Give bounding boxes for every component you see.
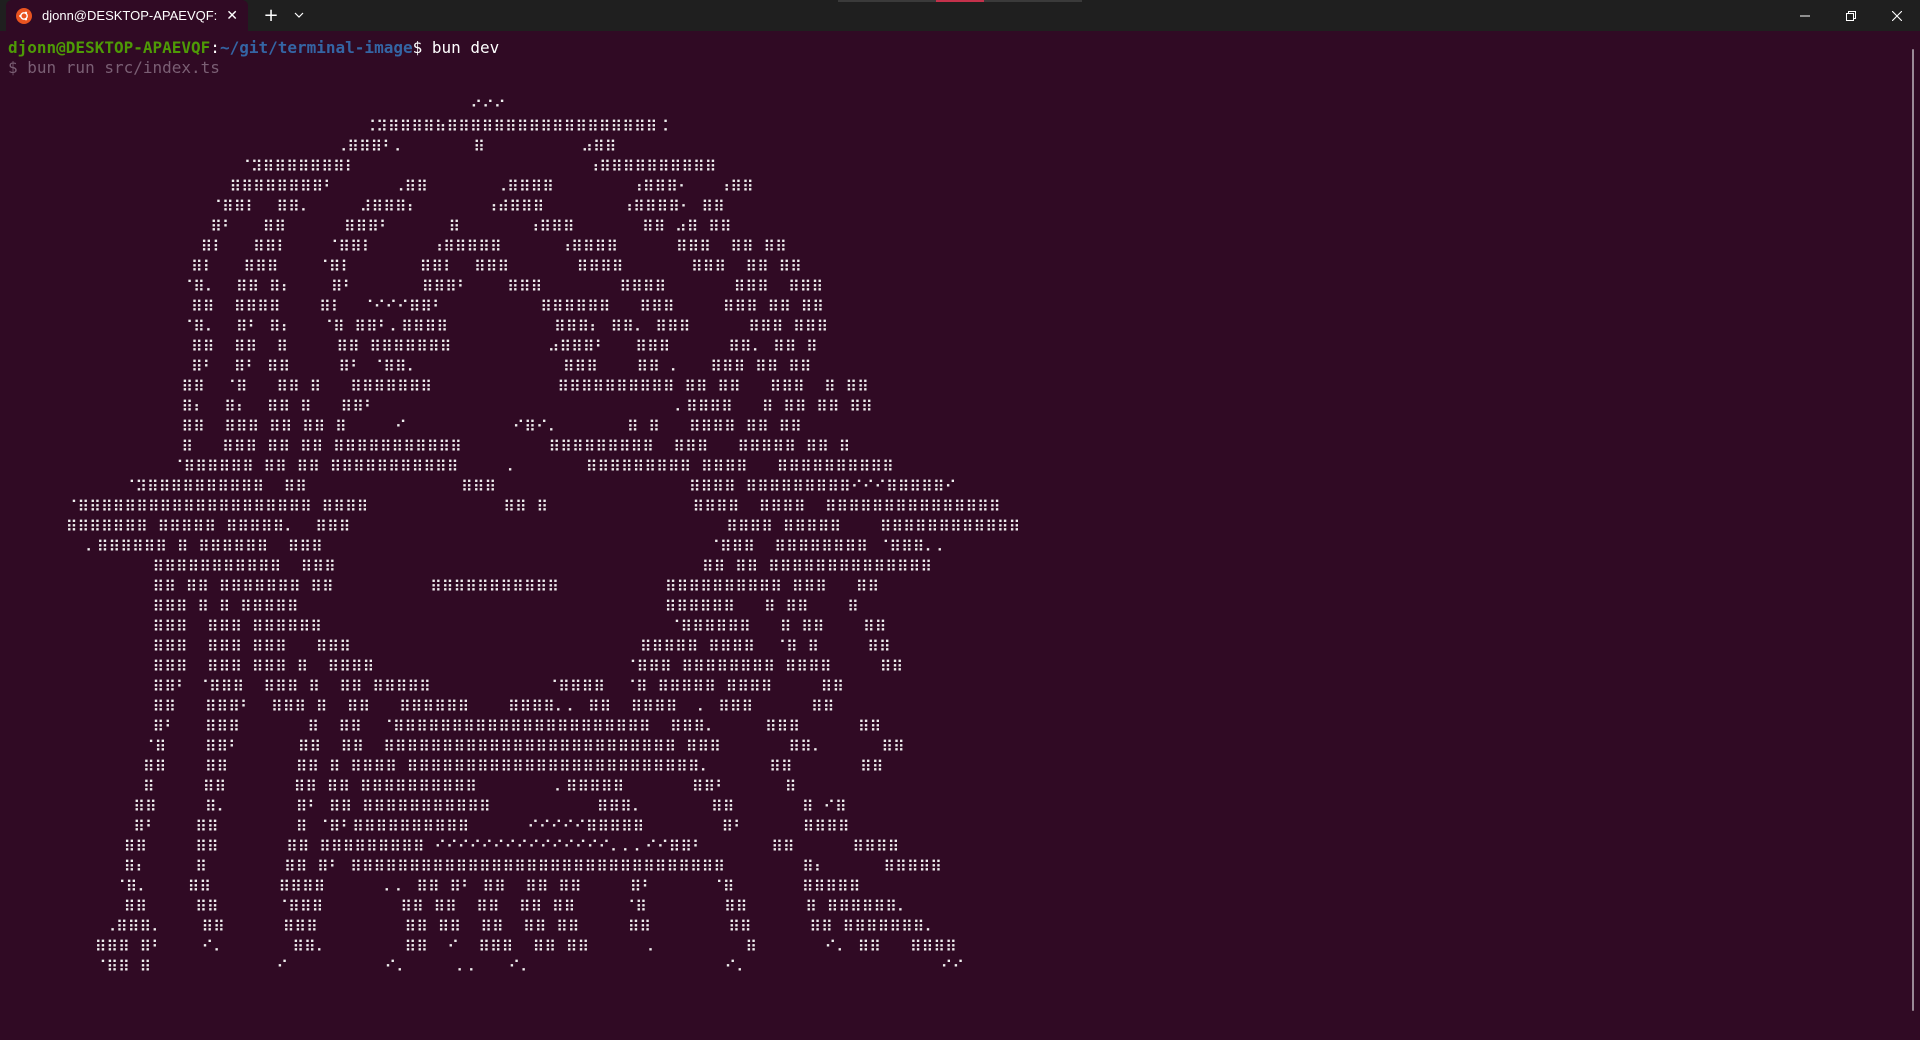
art-line: ⠿⠿⠃ ⠈⠿⠿⠿ ⠿⠿⠿ ⠿ ⠿⠿ ⠿⠿⠿⠿⠿ ⠈⠿⠿⠿⠿ ⠈⠿ ⠿⠿⠿⠿⠿ ⠿… [152, 677, 845, 696]
restore-button[interactable] [1828, 0, 1874, 31]
terminal-tab[interactable]: djonn@DESKTOP-APAEVQF: ~ ✕ [6, 0, 248, 31]
art-line: ⠠⠿⠿⠿⠄ ⠿⠿ ⠿⠿⠿ ⠿⠿ ⠿⠿ ⠿⠿ ⠿⠿ ⠿⠿ ⠿⠿ ⠿⠿ ⠿⠿ ⠿⠿⠿… [104, 917, 937, 936]
drag-region-accent [936, 0, 984, 2]
art-line: ⠿⠇ ⠿⠿⠇ ⠈⠿⠿⠇ ⠰⠿⠿⠿⠿⠿ ⠰⠿⠿⠿⠿ ⠿⠿⠿ ⠿⠿ ⠿⠿ [200, 237, 787, 256]
scrollbar-thumb[interactable] [1912, 49, 1914, 1011]
minimize-icon [1800, 15, 1810, 16]
scrollbar[interactable] [1908, 31, 1920, 1040]
prompt-line: djonn@DESKTOP-APAEVQF:~/git/terminal-ima… [8, 38, 499, 58]
drag-region-indicator [838, 0, 1082, 2]
title-bar: djonn@DESKTOP-APAEVQF: ~ ✕ + [0, 0, 1920, 31]
art-line: ⠈⠿⠄ ⠿⠿ ⠿⠿⠿⠿ ⠄⠄ ⠿⠿ ⠿⠃ ⠿⠿ ⠿⠿ ⠿⠿ ⠿⠃ ⠈⠿ ⠿⠿⠿⠿… [113, 877, 861, 896]
art-line: ⠈⠿⠿⠿⠿⠿⠿⠿⠿⠿⠿⠿⠿⠿⠿⠿⠿⠿⠿⠿⠿ ⠿⠿⠿⠿ ⠿⠿ ⠿ ⠿⠿⠿⠿ ⠿⠿⠿… [65, 497, 1001, 516]
minimize-button[interactable] [1782, 0, 1828, 31]
art-line: ⠊⠊⠊ [470, 97, 506, 116]
art-line: ⠿⠿ ⠿⠿⠿⠿ ⠿⠇ ⠈⠊⠊⠊⠿⠿⠃ ⠿⠿⠿⠿⠿⠿ ⠿⠿⠿ ⠿⠿⠿ ⠿⠿ ⠿⠿ [191, 297, 825, 316]
art-line: ⠿⠿⠿⠿⠿⠿⠿⠿⠃ ⠠⠿⠿ ⠠⠿⠿⠿⠿ ⠰⠿⠿⠿⠂ ⠰⠿⠿ [229, 177, 754, 196]
art-line: ⠿⠆ ⠿⠆ ⠿⠿ ⠿ ⠿⠿⠃ ⠄⠿⠿⠿⠿ ⠿ ⠿⠿ ⠿⠿ ⠿⠿ [181, 397, 873, 416]
art-line: ⠈⠿⠿⠇ ⠿⠿⠄ ⠼⠿⠿⠿⠆ ⠰⠾⠿⠿⠿ ⠰⠿⠿⠿⠿⠂ ⠿⠿ [210, 197, 725, 216]
art-line: ⠿⠿⠿ ⠿⠿⠿ ⠿⠿⠿⠿⠿⠿ ⠈⠿⠿⠿⠿⠿⠿ ⠿ ⠿⠿ ⠿⠿ [152, 617, 887, 636]
tab-title: djonn@DESKTOP-APAEVQF: ~ [42, 8, 219, 23]
prompt-separator: : [210, 38, 220, 57]
ubuntu-icon [16, 7, 32, 24]
art-line: ⠿⠃ ⠿⠿ ⠿⠿⠿⠃ ⠿ ⠰⠿⠿⠿ ⠿⠿ ⠴⠿ ⠿⠿ [210, 217, 732, 236]
art-line: ⠿⠿⠿ ⠿⠿⠿ ⠿⠿⠿ ⠿⠿⠿ ⠿⠿⠿⠿⠿ ⠿⠿⠿⠿ ⠈⠿ ⠿ ⠿⠿ [152, 637, 891, 656]
art-line: ⠿⠿ ⠿⠿ ⠈⠿⠿⠿ ⠿⠿ ⠿⠿ ⠿⠿ ⠿⠿ ⠿⠿ ⠈⠿ ⠿⠿ ⠿ ⠿⠿⠿⠿⠿⠿… [123, 897, 909, 916]
art-line: ⠿⠿⠿ ⠿⠃ ⠊⠄ ⠿⠿⠄ ⠿⠿ ⠊ ⠿⠿⠿ ⠿⠿ ⠿⠿ ⠄ ⠿ ⠊⠄ ⠿⠿ ⠿… [94, 937, 957, 956]
art-line: ⠈⠿⠄ ⠿⠃ ⠿⠆ ⠈⠿ ⠿⠿⠃⠄⠿⠿⠿⠿ ⠿⠿⠿⠆ ⠿⠿⠄ ⠿⠿⠿ ⠿⠿⠿ ⠿… [181, 317, 829, 336]
art-line: ⠿⠿ ⠿⠿ ⠿⠿ ⠿⠿⠿⠿⠿⠿⠿⠿⠿ ⠊⠊⠊⠊⠊⠊⠊⠊⠊⠊⠊⠊⠊⠊⠊⠄⠄⠄⠊⠊⠿… [123, 837, 900, 856]
prompt-dollar: $ [412, 38, 432, 57]
art-line: ⠈⠽⠿⠿⠿⠿⠿⠿⠿⠿⠿⠿ ⠿⠿ ⠿⠿⠿ ⠿⠿⠿⠿ ⠿⠿⠿⠿⠿⠿⠿⠿⠿⠊⠊⠊⠿⠿⠿… [123, 477, 957, 496]
restore-icon [1846, 10, 1856, 21]
art-line: ⠿⠇ ⠿⠿⠿ ⠈⠿⠇ ⠿⠿⠇ ⠿⠿⠿ ⠿⠿⠿⠿ ⠿⠿⠿ ⠿⠿ ⠿⠿ [191, 257, 802, 276]
art-line: ⠿ ⠿⠿ ⠿⠿ ⠿⠿ ⠿⠿⠿⠿⠿⠿⠿⠿⠿⠿ ⠄⠿⠿⠿⠿⠿ ⠿⠿⠃ ⠿ [142, 777, 797, 796]
art-line: ⠈⠿⠿ ⠿ ⠊ ⠊⠄ ⠄⠄ ⠊⠄ ⠊⠄ ⠊⠊ [8, 957, 965, 976]
art-line: ⠿⠿ ⠈⠿ ⠿⠿ ⠿ ⠿⠿⠿⠿⠿⠿⠿ ⠿⠿⠿⠿⠿⠿⠿⠿⠿⠿ ⠿⠿ ⠿⠿ ⠿⠿⠿ … [181, 377, 869, 396]
art-line: ⠿⠿⠿⠿⠿⠿⠿⠿⠿⠿⠿ ⠿⠿⠿ ⠿⠿ ⠿⠿ ⠿⠿⠿⠿⠿⠿⠿⠿⠿⠿⠿⠿⠿⠿ [152, 557, 933, 576]
art-line: ⠿⠿ ⠿⠿⠿ ⠿⠿ ⠿⠿ ⠿ ⠊ ⠊⠿⠊⠄ ⠿ ⠿ ⠿⠿⠿⠿ ⠿⠿ ⠿⠿ [181, 417, 802, 436]
art-line: ⠿⠿ ⠿⠿⠿⠃ ⠿⠿⠿ ⠿ ⠿⠿ ⠿⠿⠿⠿⠿⠿ ⠿⠿⠿⠿⠄⠄ ⠿⠿ ⠿⠿⠿⠿ ⠄… [152, 697, 835, 716]
new-tab-button[interactable]: + [258, 3, 284, 27]
art-line: ⠨⠽⠿⠿⠿⠿⠷⠿⠿⠿⠿⠿⠿⠿⠿⠿⠿⠿⠿⠿⠿⠿⠿⠿⠿⠨ [364, 117, 670, 136]
art-line: ⠿⠿⠿ ⠿⠿⠿ ⠿⠿⠿ ⠿ ⠿⠿⠿⠿ ⠈⠿⠿⠿ ⠿⠿⠿⠿⠿⠿⠿⠿ ⠿⠿⠿⠿ ⠿⠿ [152, 657, 904, 676]
prompt-user: djonn@DESKTOP-APAEVQF [8, 38, 211, 57]
close-window-button[interactable] [1874, 0, 1920, 31]
art-line: ⠄⠿⠿⠿⠿⠿⠿ ⠿ ⠿⠿⠿⠿⠿⠿ ⠿⠿⠿ ⠈⠿⠿⠿ ⠿⠿⠿⠿⠿⠿⠿⠿ ⠈⠿⠿⠿⠄… [85, 537, 948, 556]
art-line: ⠿⠿ ⠿⠿ ⠿⠿⠿⠿⠿⠿⠿ ⠿⠿ ⠿⠿⠿⠿⠿⠿⠿⠿⠿⠿⠿ ⠿⠿⠿⠿⠿⠿⠿⠿⠿⠿ … [152, 577, 880, 596]
art-line: ⠈⠿⠿⠿⠿⠿⠿ ⠿⠿ ⠿⠿ ⠿⠿⠿⠿⠿⠿⠿⠿⠿⠿⠿ ⠄ ⠿⠿⠿⠿⠿⠿⠿⠿⠿ ⠿⠿… [171, 457, 894, 476]
chevron-down-icon [294, 12, 304, 18]
command-text: bun dev [431, 38, 500, 57]
command-echo-line: $ bun run src/index.ts [8, 58, 220, 77]
art-line: ⠿⠃ ⠿⠃ ⠿⠿ ⠿⠃ ⠈⠿⠿⠄ ⠿⠿⠿ ⠿⠿ ⠄ ⠿⠿⠿ ⠿⠿ ⠿⠿ [191, 357, 812, 376]
art-line: ⠈⠿⠄ ⠿⠿ ⠿⠆ ⠿⠃ ⠿⠿⠿⠃ ⠿⠿⠿ ⠿⠿⠿⠿ ⠿⠿⠿ ⠿⠿⠿ [181, 277, 824, 296]
art-line: ⠿⠿ ⠿⠿ ⠿⠿ ⠿ ⠿⠿⠿⠿ ⠿⠿⠿⠿⠿⠿⠿⠿⠿⠿⠿⠿⠿⠿⠿⠿⠿⠿⠿⠿⠿⠿⠿⠿… [142, 757, 884, 776]
art-line: ⠿⠆ ⠿ ⠿⠿ ⠿⠃ ⠿⠿⠿⠿⠿⠿⠿⠿⠿⠿⠿⠿⠿⠿⠿⠿⠿⠿⠿⠿⠿⠿⠿⠿⠿⠿⠿⠿⠿… [123, 857, 943, 876]
art-line: ⠿⠿⠿ ⠿ ⠿ ⠿⠿⠿⠿⠿ ⠿⠿⠿⠿⠿⠿ ⠿ ⠿⠿ ⠿ [152, 597, 859, 616]
close-tab-icon[interactable]: ✕ [226, 8, 238, 24]
prompt-path: ~/git/terminal-image [219, 38, 413, 57]
art-line: ⠿⠿ ⠿⠿ ⠿ ⠿⠿ ⠿⠿⠿⠿⠿⠿⠿ ⠴⠿⠿⠿⠃ ⠿⠿⠿ ⠿⠿⠄ ⠿⠿ ⠿ [191, 337, 818, 356]
art-line: ⠈⠽⠿⠿⠿⠿⠿⠿⠿⠇ ⠰⠿⠿⠿⠿⠿⠿⠿⠿⠿⠿ [239, 157, 717, 176]
braille-ascii-art: ⠊⠊⠊ ⠨⠽⠿⠿⠿⠿⠷⠿⠿⠿⠿⠿⠿⠿⠿⠿⠿⠿⠿⠿⠿⠿⠿⠿⠿⠨ ⠠⠿⠿⠿⠃⠄ ⠿ … [8, 97, 1021, 977]
art-line: ⠿⠿ ⠿⠄ ⠿⠃ ⠿⠿ ⠿⠿⠿⠿⠿⠿⠿⠿⠿⠿⠿ ⠿⠿⠿⠄ ⠿⠿ ⠿ ⠊⠿ [133, 797, 847, 816]
art-line: ⠿⠃ ⠿⠿⠿ ⠿ ⠿⠿ ⠈⠿⠿⠿⠿⠿⠿⠿⠿⠿⠿⠿⠿⠿⠿⠿⠿⠿⠿⠿⠿⠿⠿ ⠿⠿⠿⠄… [152, 717, 882, 736]
art-line: ⠿⠃ ⠿⠿ ⠿ ⠈⠿⠃⠿⠿⠿⠿⠿⠿⠿⠿⠿⠿ ⠊⠊⠊⠊⠊⠿⠿⠿⠿⠿ ⠿⠃ ⠿⠿⠿⠿ [133, 817, 850, 836]
close-icon [1892, 10, 1902, 21]
art-line: ⠿⠿⠿⠿⠿⠿⠿ ⠿⠿⠿⠿⠿ ⠿⠿⠿⠿⠿⠄ ⠿⠿⠿ ⠿⠿⠿⠿ ⠿⠿⠿⠿⠿ ⠿⠿⠿⠿… [65, 517, 1021, 536]
art-line: ⠠⠿⠿⠿⠃⠄ ⠿ ⠴⠿⠿ [335, 137, 617, 156]
art-line: ⠈⠿ ⠿⠿⠃ ⠿⠿ ⠿⠿ ⠿⠿⠿⠿⠿⠿⠿⠿⠿⠿⠿⠿⠿⠿⠿⠿⠿⠿⠿⠿⠿⠿⠿⠿⠿ ⠿… [142, 737, 905, 756]
art-line: ⠿ ⠿⠿⠿ ⠿⠿ ⠿⠿ ⠿⠿⠿⠿⠿⠿⠿⠿⠿⠿⠿ ⠿⠿⠿⠿⠿⠿⠿⠿⠿ ⠿⠿⠿ ⠿⠿… [181, 437, 851, 456]
terminal-viewport[interactable]: djonn@DESKTOP-APAEVQF:~/git/terminal-ima… [0, 31, 1908, 1040]
tab-dropdown-button[interactable] [288, 3, 310, 27]
